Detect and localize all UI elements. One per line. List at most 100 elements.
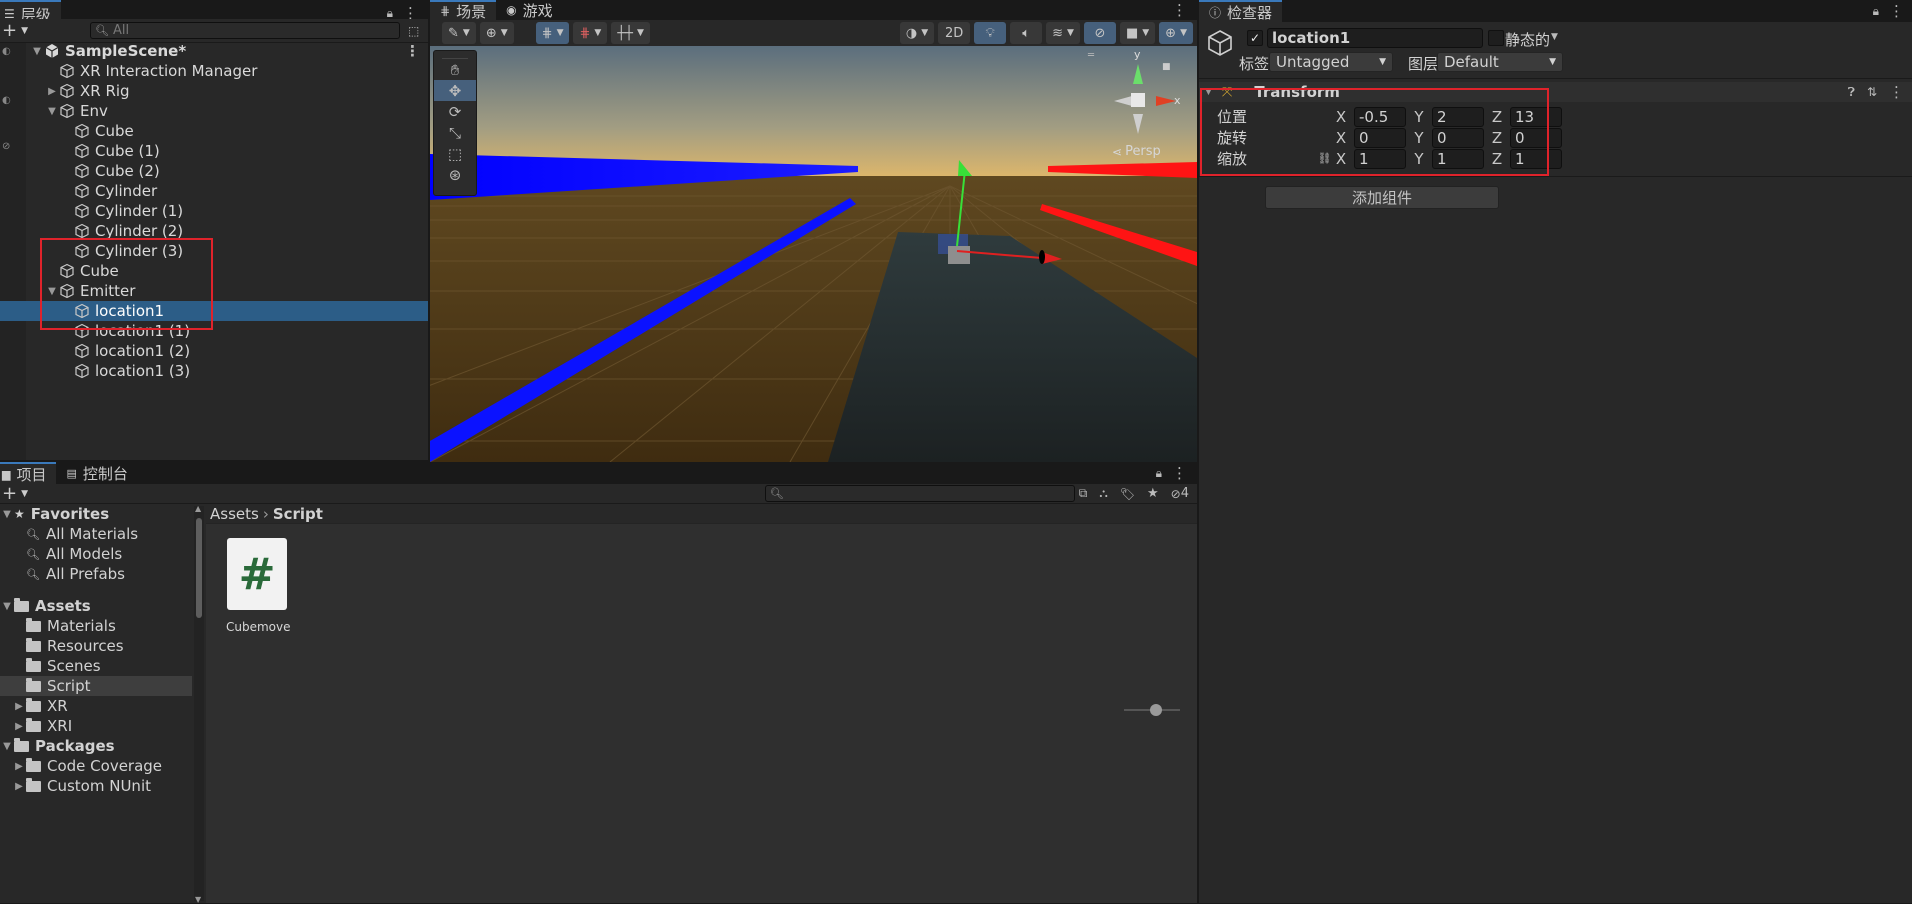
camera-button[interactable]: ■ ▼ (1119, 22, 1156, 44)
hidden-objects-button[interactable]: ⊘ (1083, 22, 1116, 44)
tree-item[interactable]: location1 (3) (26, 361, 428, 381)
hierarchy-search-input[interactable]: 🔍︎ All (90, 22, 401, 39)
kebab-menu-icon[interactable]: ⋮ (1889, 83, 1904, 101)
tree-item[interactable]: ▼ Env (26, 101, 428, 121)
gizmo-lock-icon[interactable]: ■ (1162, 62, 1171, 72)
kebab-menu-icon[interactable]: ⋮ (1172, 1, 1187, 19)
transform-tool-button[interactable]: ⊛ (434, 164, 476, 185)
chevron-down-icon[interactable]: ▼ (0, 741, 14, 752)
asset-folder[interactable]: ▶ XRI (0, 716, 192, 736)
search-options-icon[interactable]: ⧉ (1079, 486, 1088, 501)
kebab-menu-icon[interactable]: ⋮ (1172, 464, 1187, 482)
active-checkbox[interactable]: ✓ (1247, 30, 1263, 46)
persp-label[interactable]: ⋖ Persp (1112, 144, 1161, 159)
tree-item[interactable]: Cube (2) (26, 161, 428, 181)
tree-item[interactable]: Cylinder (1) (26, 201, 428, 221)
chevron-down-icon[interactable]: ▼ (30, 46, 44, 57)
add-icon[interactable]: + (2, 20, 17, 41)
favorite-item[interactable]: 🔍︎ All Materials (0, 524, 192, 544)
help-icon[interactable]: ❓︎ (1848, 85, 1855, 100)
tab-project[interactable]: ▆ 项目 (0, 462, 57, 484)
object-name-field[interactable]: location1 (1267, 28, 1483, 48)
palette-drag-handle[interactable] (442, 51, 468, 59)
grid-snap-button[interactable]: ⋕ ▼ (535, 22, 570, 44)
audio-toggle-button[interactable]: 🔈︎ (1010, 22, 1043, 44)
chevron-right-icon[interactable]: ▶ (12, 761, 26, 772)
tree-item[interactable]: Cube (1) (26, 141, 428, 161)
add-icon[interactable]: + (2, 483, 17, 504)
hand-tool-button[interactable]: ✋︎ (434, 59, 476, 80)
package-folder[interactable]: ▶ Custom NUnit (0, 776, 192, 796)
chevron-right-icon[interactable]: ▶ (12, 721, 26, 732)
gizmos-button[interactable]: ⊕ ▼ (1159, 22, 1193, 44)
scene-viewport[interactable]: y x ■ ═ ⋖ Persp ✋︎ ✥ ⟳ ⤡ ⬚ ⊛ (430, 46, 1197, 462)
preset-icon[interactable]: ⇅ (1867, 85, 1877, 99)
static-checkbox[interactable] (1488, 30, 1504, 46)
eye-slash-icon[interactable]: ⊘ (1171, 487, 1181, 501)
chevron-down-icon[interactable]: ▼ (0, 509, 14, 520)
star-icon[interactable]: ★ (1147, 486, 1159, 501)
lock-icon[interactable]: 🔒︎ (1873, 4, 1879, 19)
chevron-down-icon[interactable]: ▼ (21, 489, 28, 499)
scene-row[interactable]: ▼ SampleScene* ⋮ (26, 41, 428, 61)
tree-item[interactable]: Cube (26, 121, 428, 141)
gizmo-menu-icon[interactable]: ═ (1088, 50, 1094, 61)
filter-type-icon[interactable]: ⛬ (1099, 486, 1107, 501)
chevron-down-icon[interactable]: ▼ (0, 601, 14, 612)
layer-dropdown[interactable]: Default ▼ (1437, 52, 1563, 72)
filter-icon[interactable]: ⬚ (408, 24, 419, 38)
chevron-right-icon[interactable]: ▶ (12, 781, 26, 792)
chevron-right-icon[interactable]: ▶ (45, 86, 59, 97)
asset-folder[interactable]: Resources (0, 636, 192, 656)
increment-snap-button[interactable]: ⋕ ▼ (573, 22, 608, 44)
chevron-down-icon[interactable]: ▼ (1551, 32, 1558, 42)
tab-scene[interactable]: ⋕ 场景 (430, 0, 497, 21)
tab-console[interactable]: ▤ 控制台 (56, 462, 137, 484)
lock-icon[interactable]: 🔒︎ (1156, 466, 1162, 481)
asset-folder[interactable]: Scenes (0, 656, 192, 676)
effects-button[interactable]: ≋ ▼ (1046, 22, 1080, 44)
scale-tool-button[interactable]: ⤡ (434, 122, 476, 143)
chevron-right-icon[interactable]: ▶ (12, 701, 26, 712)
asset-folder[interactable]: ▶ XR (0, 696, 192, 716)
chevron-down-icon[interactable]: ▼ (45, 106, 59, 117)
asset-file[interactable]: # Cubemove (226, 538, 291, 634)
hidden-icon[interactable]: ⊘ (2, 141, 10, 152)
rect-tool-button[interactable]: ⬚ (434, 143, 476, 164)
packages-header[interactable]: ▼ Packages (0, 736, 192, 756)
favorite-item[interactable]: 🔍︎ All Prefabs (0, 564, 192, 584)
orientation-gizmo[interactable]: y x ■ (1110, 48, 1190, 142)
lighting-toggle-button[interactable]: 💡︎ (974, 22, 1007, 44)
tree-scrollbar[interactable]: ▲ ▼ (194, 504, 204, 904)
tree-item[interactable]: location1 (2) (26, 341, 428, 361)
zoom-slider[interactable] (1124, 704, 1180, 716)
2d-toggle-button[interactable]: 2D (938, 22, 971, 44)
breadcrumb-script[interactable]: Script (273, 505, 323, 523)
global-toggle-button[interactable]: ⊕ ▼ (479, 22, 514, 44)
tab-game[interactable]: ◉ 游戏 (496, 0, 563, 20)
tree-item[interactable]: XR Interaction Manager (26, 61, 428, 81)
tag-dropdown[interactable]: Untagged ▼ (1269, 52, 1393, 72)
assets-header[interactable]: ▼ Assets (0, 596, 192, 616)
rotate-tool-button[interactable]: ⟳ (434, 101, 476, 122)
slider-handle[interactable] (1150, 704, 1162, 716)
visibility-icon[interactable]: ◐ (2, 46, 11, 57)
breadcrumb-assets[interactable]: Assets (210, 505, 259, 523)
add-component-button[interactable]: 添加组件 (1265, 186, 1499, 209)
package-folder[interactable]: ▶ Code Coverage (0, 756, 192, 776)
chevron-down-icon[interactable]: ▼ (21, 26, 28, 36)
scrollbar-thumb[interactable] (196, 518, 202, 618)
asset-folder[interactable]: Materials (0, 616, 192, 636)
chevron-up-icon[interactable]: ▲ (195, 504, 201, 513)
tab-inspector[interactable]: ⓘ 检查器 (1199, 0, 1283, 22)
tree-item[interactable]: Cylinder (26, 181, 428, 201)
label-icon[interactable]: 🏷︎ (1120, 487, 1135, 501)
kebab-menu-icon[interactable]: ⋮ (1889, 2, 1904, 20)
kebab-menu-icon[interactable]: ⋮ (405, 42, 420, 60)
asset-folder[interactable]: Script (0, 676, 192, 696)
move-tool-button[interactable]: ✥ (434, 80, 476, 101)
favorite-item[interactable]: 🔍︎ All Models (0, 544, 192, 564)
draw-mode-button[interactable]: ✎ ▼ (442, 22, 476, 44)
pick-icon[interactable]: ◐ (2, 95, 11, 106)
ruler-button[interactable]: ┼┼ ▼ (611, 22, 650, 44)
